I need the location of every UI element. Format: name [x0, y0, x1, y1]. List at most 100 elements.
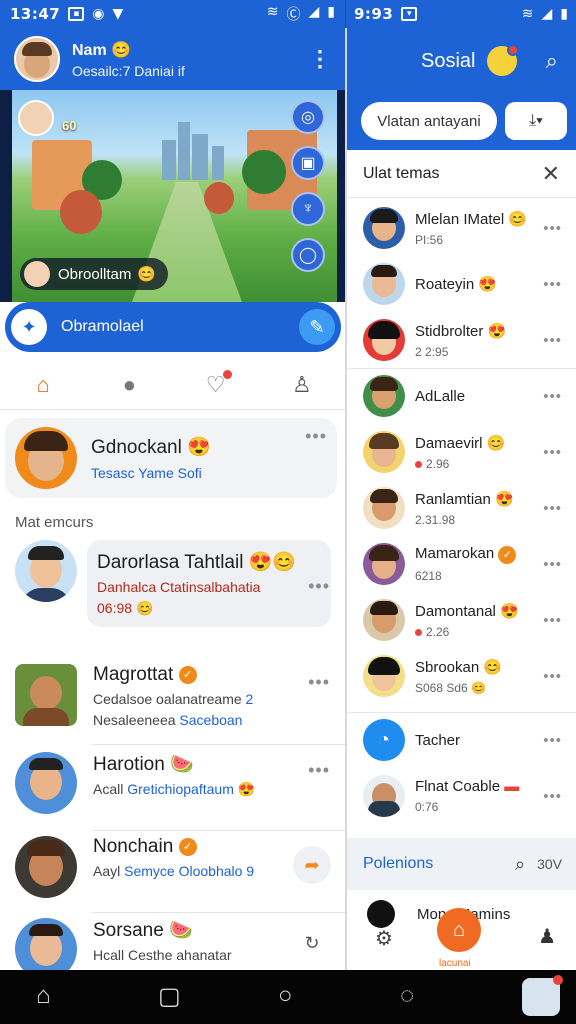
- search-icon[interactable]: ⌕: [515, 854, 525, 875]
- emoji-icon: 😍: [478, 276, 498, 293]
- contact-sub: 2.26: [415, 625, 543, 639]
- contact-item[interactable]: Damaevirl 😊 2.96 •••: [347, 424, 576, 480]
- more-icon[interactable]: •••: [543, 668, 562, 685]
- search-icon[interactable]: ⌕: [546, 48, 558, 74]
- contact-item[interactable]: Sbrookan 😊 S068 Sd6 😊 •••: [347, 648, 576, 704]
- conversation-preview: Nesaleeneea Saceboan: [93, 712, 243, 728]
- game-preview[interactable]: 60 Obroolltam 😊 ◎ ▣ ♆ ◯: [0, 90, 345, 302]
- more-icon[interactable]: •••: [543, 612, 562, 629]
- recents-icon[interactable]: ▢: [158, 982, 181, 1011]
- contact-sub: S068 Sd6 😊: [415, 680, 487, 695]
- share-icon[interactable]: ➦: [293, 846, 331, 884]
- city-skyline: [162, 120, 242, 180]
- avatar: [363, 599, 405, 641]
- battery-icon: ▮: [327, 4, 335, 20]
- pin-icon: ✦: [11, 309, 47, 345]
- profile-avatar[interactable]: [14, 36, 60, 82]
- contact-item[interactable]: Stidbrolter 😍 2 2:95 •••: [347, 312, 576, 368]
- bike-icon[interactable]: ⚙: [375, 926, 393, 951]
- app-logo-icon: [487, 44, 519, 76]
- contact-name: Damaevirl 😊: [415, 434, 506, 452]
- battery-icon: ▮: [560, 6, 568, 22]
- contact-item[interactable]: AdLalle •••: [347, 368, 576, 424]
- more-icon[interactable]: •••: [308, 672, 330, 693]
- tab-notifications[interactable]: ♡: [196, 369, 236, 398]
- more-icon[interactable]: •••: [308, 576, 330, 597]
- more-options-icon[interactable]: ⋮: [309, 48, 331, 70]
- conversation-row[interactable]: Magrottat ✓ Cedalsoe oalanatreame 2 Nesa…: [0, 664, 345, 728]
- notification-badge: [553, 975, 563, 985]
- contact-sub: 2.96: [415, 457, 543, 471]
- conversation-row[interactable]: Sorsane 🍉 Hcall Cesthe ahanatar ↻: [0, 918, 345, 970]
- avatar: [15, 918, 77, 970]
- featured-conversation[interactable]: Gdnockanl 😍 Tesasc Yame Sofi •••: [5, 418, 337, 498]
- contact-item[interactable]: Damontanal 😍 2.26 •••: [347, 592, 576, 648]
- avatar: [15, 752, 77, 814]
- emoji-icon: 😍: [495, 490, 514, 508]
- player-mini-avatar: [24, 261, 50, 287]
- conversation-row[interactable]: Darorlasa Tahtlail 😍😊 Danhalca Ctatinsal…: [0, 540, 345, 627]
- contact-item[interactable]: Mamarokan ✓ 6218 •••: [347, 536, 576, 592]
- emoji-icon: 🍉: [169, 920, 193, 941]
- conversation-row[interactable]: Nonchain ✓ Aayl Semyce Oloobhalo 9 ➦: [0, 836, 345, 898]
- filter-button[interactable]: ⤓▾: [505, 102, 567, 140]
- contact-item[interactable]: Mlelan IMatel 😊 PI:56 •••: [347, 200, 576, 256]
- more-icon[interactable]: •••: [543, 788, 562, 805]
- headset-icon[interactable]: ◎: [291, 100, 325, 134]
- notification-icon: ▪: [68, 7, 85, 21]
- more-icon[interactable]: •••: [543, 220, 562, 237]
- home-icon[interactable]: ⌂: [36, 982, 51, 1010]
- more-icon[interactable]: •••: [543, 276, 562, 293]
- game-controls: ◎ ▣ ♆ ◯: [291, 100, 325, 272]
- gallery-icon[interactable]: ▣: [291, 146, 325, 180]
- more-icon[interactable]: •••: [305, 426, 327, 447]
- search-input[interactable]: Vlatan antayani: [361, 102, 497, 140]
- edit-icon[interactable]: ✎: [299, 309, 335, 345]
- group-icon: ●: [122, 371, 137, 397]
- refresh-icon[interactable]: ↻: [293, 924, 331, 962]
- contact-name: AdLalle: [415, 387, 466, 405]
- contact-item[interactable]: ◔ Tacher •••: [347, 712, 576, 768]
- tab-profile[interactable]: ♙: [282, 372, 322, 398]
- action-bar[interactable]: ✦ Obramolael ✎: [5, 302, 341, 352]
- message-bubble: Darorlasa Tahtlail 😍😊 Danhalca Ctatinsal…: [87, 540, 331, 627]
- more-icon[interactable]: •••: [543, 444, 562, 461]
- avatar: [363, 207, 405, 249]
- message-icon[interactable]: ◌: [400, 982, 414, 1010]
- tab-bar: ⌂ ● ♡ ♙: [0, 360, 345, 410]
- contact-item[interactable]: Roateyin 😍 •••: [347, 256, 576, 312]
- person-icon: ♙: [292, 371, 312, 397]
- conversation-row[interactable]: Harotion 🍉 Acall Gretichiopaftaum 😍 •••: [0, 752, 345, 814]
- home-label: lacunai: [439, 958, 471, 969]
- more-icon[interactable]: •••: [308, 760, 330, 781]
- player-label: Obroolltam: [58, 265, 132, 283]
- more-icon[interactable]: •••: [543, 732, 562, 749]
- tab-home[interactable]: ⌂: [23, 372, 63, 398]
- avatar: [15, 540, 77, 602]
- more-icon[interactable]: •••: [543, 332, 562, 349]
- chat-bubble-icon[interactable]: ◯: [291, 238, 325, 272]
- status-time: 13:47: [10, 5, 61, 23]
- sync-icon: ◉: [92, 6, 105, 22]
- home-button[interactable]: ⌂: [437, 908, 481, 952]
- close-icon[interactable]: ✕: [542, 161, 560, 187]
- contact-item[interactable]: Flnat Coable ▬ 0:76 •••: [347, 768, 576, 824]
- conversation-preview: Danhalca Ctatinsalbahatia: [97, 579, 261, 595]
- avatar: [363, 431, 405, 473]
- profile-status: Oesailc:7 Daniai if: [72, 62, 185, 79]
- contact-item[interactable]: Ranlamtian 😍 2.31.98 •••: [347, 480, 576, 536]
- more-icon[interactable]: •••: [543, 556, 562, 573]
- player-avatar[interactable]: [18, 100, 54, 136]
- pin-icon[interactable]: ♆: [291, 192, 325, 226]
- more-icon[interactable]: •••: [543, 388, 562, 405]
- circle-icon[interactable]: ○: [278, 982, 293, 1010]
- tab-groups[interactable]: ●: [109, 372, 149, 398]
- user-avatar[interactable]: [522, 975, 563, 1016]
- person-icon[interactable]: ♟: [538, 924, 556, 949]
- contact-sub: 2 2:95: [415, 344, 449, 359]
- player-chip[interactable]: Obroolltam 😊: [20, 258, 169, 290]
- list-header: Ulat temas ✕: [347, 150, 576, 198]
- system-nav-bar: ⌂ ▢ ○ ◌: [0, 970, 576, 1024]
- more-icon[interactable]: •••: [543, 500, 562, 517]
- emoji-icon: 😊: [483, 658, 503, 676]
